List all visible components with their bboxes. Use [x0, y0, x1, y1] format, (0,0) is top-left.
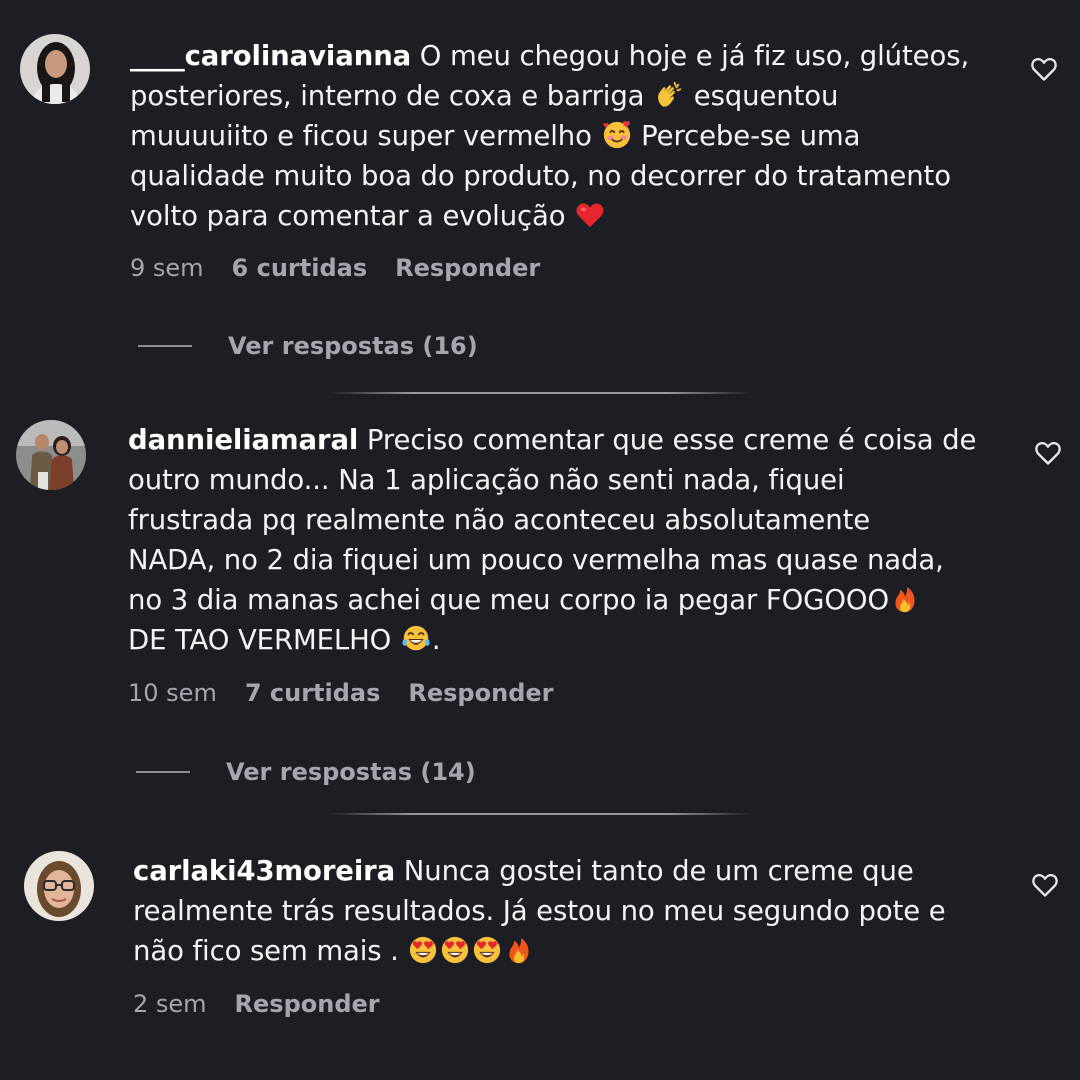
avatar[interactable] [20, 34, 90, 104]
comment-likes[interactable]: 6 curtidas [232, 254, 368, 282]
comment-text-segment: esquentou [693, 80, 839, 112]
comment-text-segment: . [431, 624, 441, 656]
comment-line: muuuuiito e ficou super vermelho Percebe… [130, 116, 1010, 156]
comment-line: realmente trás resultados. Já estou no m… [133, 895, 946, 927]
like-heart-icon[interactable] [1030, 56, 1058, 82]
avatar[interactable] [24, 851, 94, 921]
comment-meta: 9 sem 6 curtidas Responder [130, 254, 540, 282]
reply-button[interactable]: Responder [235, 990, 380, 1018]
replies-dash [136, 771, 190, 773]
clapping-hands-emoji [654, 80, 684, 110]
divider [328, 813, 752, 815]
view-replies-label: Ver respostas (14) [226, 758, 476, 786]
comment-line: não fico sem mais . [133, 931, 1013, 971]
reply-button[interactable]: Responder [408, 679, 553, 707]
comment-line: ____carolinavianna O meu chegou hoje e j… [130, 36, 1010, 76]
comment-text-segment: muuuuiito e ficou super vermelho [130, 120, 592, 152]
comment-time: 10 sem [128, 679, 217, 707]
comment-line: no 3 dia manas achei que meu corpo ia pe… [128, 580, 1008, 620]
comment-time: 9 sem [130, 254, 204, 282]
comment-time: 2 sem [133, 990, 207, 1018]
comment-line: DE TAO VERMELHO . [128, 620, 1008, 660]
comment-username[interactable]: dannieliamaral [128, 424, 358, 456]
comment-line: dannieliamaral Preciso comentar que esse… [128, 420, 1008, 460]
replies-dash [138, 345, 192, 347]
comment-text-segment: DE TAO VERMELHO [128, 624, 392, 656]
comment-text-segment: Nunca gostei tanto de um creme que [403, 855, 914, 887]
comment-text-segment: não fico sem mais . [133, 935, 399, 967]
reply-button[interactable]: Responder [395, 254, 540, 282]
like-heart-icon[interactable] [1034, 440, 1062, 466]
comment-line: outro mundo... Na 1 aplicação não senti … [128, 464, 845, 496]
heart-eyes-emoji [408, 935, 438, 965]
comment-line: NADA, no 2 dia fiquei um pouco vermelha … [128, 544, 944, 576]
comment-text: dannieliamaral Preciso comentar que esse… [128, 420, 1008, 660]
comment-likes[interactable]: 7 curtidas [245, 679, 381, 707]
comment-meta: 10 sem 7 curtidas Responder [128, 679, 553, 707]
view-replies-label: Ver respostas (16) [228, 332, 478, 360]
comment-text: ____carolinavianna O meu chegou hoje e j… [130, 36, 1010, 236]
comment-text-segment: posteriores, interno de coxa e barriga [130, 80, 645, 112]
comment-text: carlaki43moreira Nunca gostei tanto de u… [133, 851, 1013, 971]
fire-emoji [890, 584, 920, 614]
comment-meta: 2 sem Responder [133, 990, 380, 1018]
comment-text-segment: no 3 dia manas achei que meu corpo ia pe… [128, 584, 889, 616]
comment-username[interactable]: ____carolinavianna [130, 40, 411, 72]
comment-line: posteriores, interno de coxa e barriga e… [130, 76, 1010, 116]
divider [328, 392, 752, 394]
view-replies-button[interactable]: Ver respostas (14) [136, 758, 476, 786]
tears-of-joy-emoji [401, 624, 431, 654]
heart-eyes-emoji [440, 935, 470, 965]
comment-line: qualidade muito boa do produto, no decor… [130, 160, 951, 192]
view-replies-button[interactable]: Ver respostas (16) [138, 332, 478, 360]
like-heart-icon[interactable] [1031, 872, 1059, 898]
comment-line: volto para comentar a evolução [130, 196, 1010, 236]
comment-text-segment: Percebe-se uma [641, 120, 861, 152]
comment-text-segment: O meu chegou hoje e já fiz uso, glúteos, [419, 40, 970, 72]
smiling-face-with-hearts-emoji [602, 120, 632, 150]
comment-line: frustrada pq realmente não aconteceu abs… [128, 504, 871, 536]
comment-text-segment: volto para comentar a evolução [130, 200, 566, 232]
comment-line: carlaki43moreira Nunca gostei tanto de u… [133, 851, 1013, 891]
red-heart-emoji [575, 200, 605, 230]
fire-emoji [504, 935, 534, 965]
comment-username[interactable]: carlaki43moreira [133, 855, 395, 887]
avatar[interactable] [16, 420, 86, 490]
heart-eyes-emoji [472, 935, 502, 965]
comment-text-segment: Preciso comentar que esse creme é coisa … [366, 424, 977, 456]
